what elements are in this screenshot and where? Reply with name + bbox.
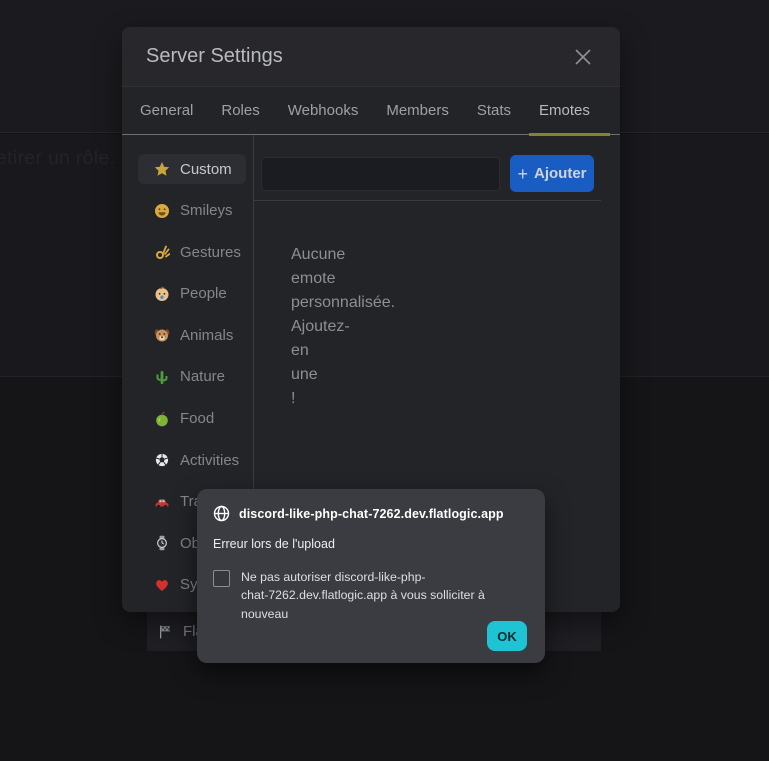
sidebar-item-nature[interactable]: Nature — [138, 362, 246, 392]
modal-header: Server Settings — [122, 27, 620, 87]
emote-name-input[interactable] — [261, 157, 500, 191]
soccer-ball-icon — [154, 452, 170, 468]
settings-tab-bar: General Roles Webhooks Members Stats Emo… — [122, 87, 620, 135]
sidebar-item-label: Animals — [180, 327, 233, 344]
tab-stats[interactable]: Stats — [467, 87, 521, 136]
sidebar-item-label: Food — [180, 410, 214, 427]
close-icon[interactable] — [570, 44, 596, 70]
cactus-icon — [154, 369, 170, 385]
sidebar-item-label: Custom — [180, 161, 232, 178]
baby-icon — [154, 286, 170, 302]
plus-icon: + — [517, 165, 528, 183]
smiley-icon — [154, 203, 170, 219]
sidebar-item-label: People — [180, 285, 227, 302]
tab-emotes[interactable]: Emotes — [529, 87, 610, 136]
watch-icon — [154, 535, 170, 551]
ok-hand-icon — [154, 244, 170, 260]
dont-ask-again-label[interactable]: Ne pas autoriser discord-like-php- chat-… — [241, 568, 529, 623]
dialog-origin-row: discord-like-php-chat-7262.dev.flatlogic… — [213, 505, 529, 522]
dialog-checkbox-row: Ne pas autoriser discord-like-php- chat-… — [213, 568, 529, 623]
browser-alert-dialog: discord-like-php-chat-7262.dev.flatlogic… — [197, 489, 545, 663]
sidebar-item-label: Nature — [180, 368, 225, 385]
add-emote-button-label: Ajouter — [534, 165, 587, 182]
dialog-message: Erreur lors de l'upload — [213, 537, 529, 551]
tab-webhooks[interactable]: Webhooks — [278, 87, 369, 136]
sidebar-item-label: Smileys — [180, 202, 233, 219]
sidebar-item-people[interactable]: People — [138, 279, 246, 309]
sidebar-item-animals[interactable]: Animals — [138, 320, 246, 350]
dialog-origin-text: discord-like-php-chat-7262.dev.flatlogic… — [239, 507, 504, 521]
tab-general[interactable]: General — [130, 87, 203, 136]
page-title: Server Settings — [146, 45, 283, 68]
sidebar-item-label: Activities — [180, 452, 239, 469]
globe-icon — [213, 505, 230, 522]
dont-ask-again-checkbox[interactable] — [213, 570, 230, 587]
sidebar-item-gestures[interactable]: Gestures — [138, 237, 246, 267]
empty-emotes-message: Aucune emote personnalisée. Ajoutez- en … — [291, 243, 395, 411]
ok-button[interactable]: OK — [487, 621, 527, 651]
content-top-border — [253, 200, 601, 201]
add-emote-button[interactable]: + Ajouter — [510, 155, 594, 192]
car-icon — [154, 494, 170, 510]
sidebar-item-food[interactable]: Food — [138, 404, 246, 434]
sidebar-item-activities[interactable]: Activities — [138, 445, 246, 475]
sidebar-item-custom[interactable]: Custom — [138, 154, 246, 184]
star-icon — [154, 161, 170, 177]
heart-icon — [154, 577, 170, 593]
sidebar-item-smileys[interactable]: Smileys — [138, 196, 246, 226]
sidebar-item-label: Gestures — [180, 244, 241, 261]
tab-roles[interactable]: Roles — [211, 87, 269, 136]
tab-members[interactable]: Members — [376, 87, 459, 136]
background-faint-text: etirer un rôle. — [0, 148, 115, 170]
dog-icon — [154, 327, 170, 343]
apple-icon — [154, 411, 170, 427]
flag-icon — [157, 624, 173, 640]
